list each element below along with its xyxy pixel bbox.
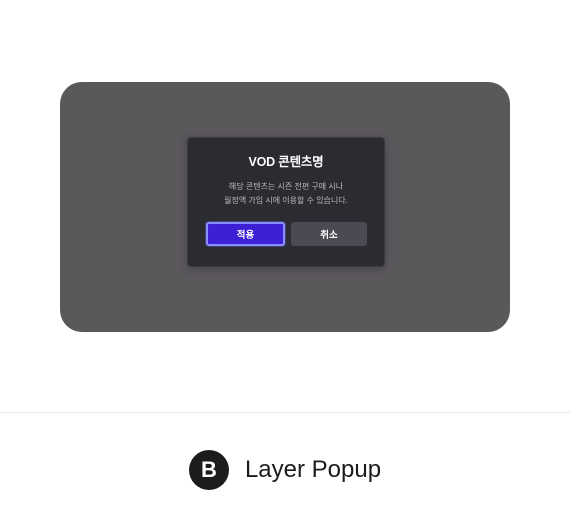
page: VOD 콘텐츠명 해당 콘텐츠는 시즌 전편 구매 시나 월정액 가입 시에 이… [0, 0, 570, 526]
popup-message-line-1: 해당 콘텐츠는 시즌 전편 구매 시나 [228, 182, 344, 191]
cancel-button[interactable]: 취소 [291, 222, 367, 246]
layer-popup: VOD 콘텐츠명 해당 콘텐츠는 시즌 전편 구매 시나 월정액 가입 시에 이… [187, 137, 385, 267]
popup-message: 해당 콘텐츠는 시즌 전편 구매 시나 월정액 가입 시에 이용할 수 있습니다… [188, 180, 384, 208]
section-divider [0, 412, 570, 413]
caption-label: Layer Popup [244, 456, 382, 483]
popup-message-line-2: 월정액 가입 시에 이용할 수 있습니다. [224, 196, 348, 205]
popup-title: VOD 콘텐츠명 [248, 155, 324, 169]
apply-button[interactable]: 적용 [206, 222, 285, 246]
caption-badge: B [188, 450, 229, 490]
caption: B Layer Popup [0, 450, 570, 490]
preview-panel: VOD 콘텐츠명 해당 콘텐츠는 시즌 전편 구매 시나 월정액 가입 시에 이… [60, 82, 510, 332]
